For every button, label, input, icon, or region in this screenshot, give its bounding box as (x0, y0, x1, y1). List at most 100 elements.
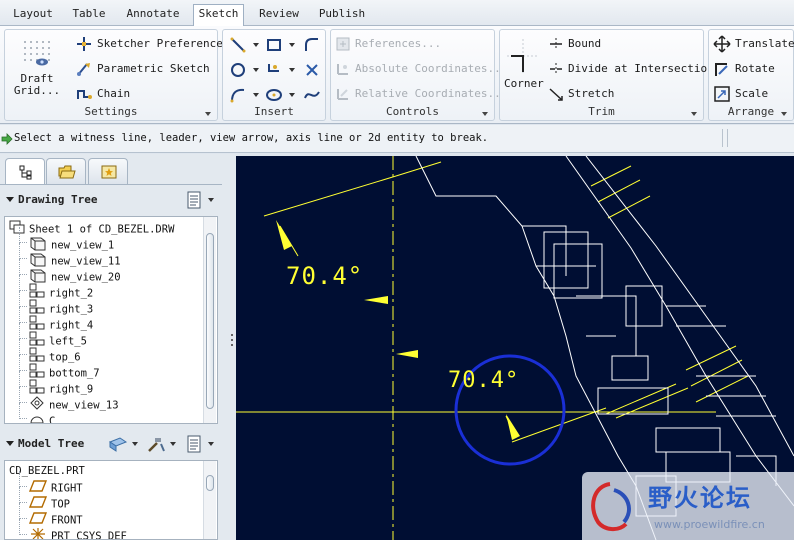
model-tree-show-button[interactable] (108, 434, 142, 454)
absolute-coordinates-button[interactable]: Absolute Coordinates... (335, 59, 507, 79)
settings-group: Draft Grid... Sketcher Preferences Param… (4, 29, 229, 121)
tree-item[interactable]: C (19, 403, 56, 424)
rotate-button[interactable]: Rotate (713, 59, 775, 79)
dimension-text-1[interactable]: 70.4° (286, 262, 363, 290)
ellipse-icon[interactable] (265, 86, 283, 104)
chain-button[interactable]: Chain (75, 84, 130, 104)
drawing-tree-settings-button[interactable] (186, 190, 218, 210)
tab-sketch[interactable]: Sketch (193, 4, 244, 27)
corner-button[interactable]: Corner (504, 36, 544, 96)
tree-settings-icon (187, 191, 201, 209)
dimension-text-2[interactable]: 70.4° (448, 368, 519, 393)
tree-item[interactable]: RIGHT (19, 471, 83, 495)
tree-item[interactable]: right_2 (19, 275, 93, 300)
settings-group-launcher-icon[interactable] (205, 112, 211, 116)
fillet-icon[interactable] (303, 36, 321, 54)
tree-guide-line (19, 275, 27, 291)
trim-group-launcher-icon[interactable] (691, 112, 697, 116)
scrollbar-thumb[interactable] (206, 475, 214, 491)
vertical-scrollbar[interactable] (203, 461, 216, 539)
scale-button[interactable]: Scale (713, 84, 768, 104)
tree-item[interactable]: bottom_7 (19, 355, 100, 380)
trim-group: Corner Bound Divide at Intersection Stre… (499, 29, 714, 121)
arc-dropdown-icon[interactable] (253, 93, 259, 97)
tab-publish[interactable]: Publish (314, 5, 370, 26)
tab-model-tree[interactable] (5, 158, 45, 184)
bound-button[interactable]: Bound (548, 34, 601, 54)
tree-guide-line (19, 387, 27, 403)
tree-guide-line (19, 487, 27, 503)
tree-item-label: Sheet 1 of CD_BEZEL.DRW (29, 223, 175, 236)
scale-label: Scale (735, 87, 769, 100)
panel-splitter[interactable] (228, 154, 236, 540)
tree-item[interactable]: left_5 (19, 323, 87, 348)
tree-item[interactable]: top_6 (19, 339, 81, 364)
insert-group: Insert (222, 29, 326, 121)
tree-guide-line (19, 519, 27, 535)
message-bar-grip[interactable] (722, 129, 728, 147)
tab-folder-browser[interactable] (46, 158, 86, 184)
tab-table[interactable]: Table (66, 5, 112, 26)
scrollbar-thumb[interactable] (206, 233, 214, 409)
feature-lines (522, 225, 777, 486)
tangent-dropdown-icon[interactable] (289, 68, 295, 72)
tree-item-label: right_3 (49, 303, 94, 316)
line-icon[interactable] (229, 36, 247, 54)
favorites-icon (101, 165, 117, 179)
tree-item[interactable]: right_4 (19, 307, 93, 332)
stretch-button[interactable]: Stretch (548, 84, 614, 104)
tree-guide-line (19, 503, 27, 519)
sketcher-preferences-button[interactable]: Sketcher Preferences (75, 34, 229, 54)
tree-item-label: C (49, 415, 56, 424)
arrange-group-launcher-icon[interactable] (781, 112, 787, 116)
tree-item[interactable]: new_view_20 (19, 259, 121, 284)
tree-item-label: right_9 (49, 383, 94, 396)
tree-item[interactable]: new_view_11 (19, 243, 121, 268)
tree-item-label: TOP (51, 498, 70, 511)
tree-item[interactable]: FRONT (19, 503, 83, 527)
absolute-coordinates-icon (337, 64, 348, 75)
parametric-sketch-button[interactable]: Parametric Sketch (75, 59, 210, 79)
controls-group-launcher-icon[interactable] (482, 112, 488, 116)
draft-grid-button[interactable]: Draft Grid... (11, 36, 63, 102)
tab-favorites[interactable] (88, 158, 128, 184)
divide-at-intersection-button[interactable]: Divide at Intersection (548, 59, 714, 79)
tree-item[interactable]: TOP (19, 487, 70, 511)
tree-guide-line (19, 259, 27, 275)
circle-icon[interactable] (229, 61, 247, 79)
circle-dropdown-icon[interactable] (253, 68, 259, 72)
ellipse-dropdown-icon[interactable] (289, 93, 295, 97)
rotate-label: Rotate (735, 62, 775, 75)
message-text: Select a witness line, leader, view arro… (14, 132, 489, 144)
model-tree-tools-button[interactable] (146, 434, 180, 454)
vertical-scrollbar[interactable] (203, 217, 216, 423)
watermark-logo-icon (591, 482, 631, 531)
drawing-canvas[interactable]: 70.4° 70.4° 野火论坛 www.proewildfire.cn (236, 156, 794, 540)
translate-label: Translate (735, 37, 794, 50)
tab-annotate[interactable]: Annotate (120, 5, 186, 26)
tree-item[interactable]: right_3 (19, 291, 94, 316)
intersection-point-icon[interactable] (303, 61, 321, 79)
tree-item[interactable]: new_view_13 (19, 387, 119, 412)
spline-icon[interactable] (303, 86, 321, 104)
tree-item[interactable]: Sheet 1 of CD_BEZEL.DRW (9, 219, 175, 236)
references-button[interactable]: References... (335, 34, 441, 54)
tree-item-label: FRONT (51, 514, 83, 527)
tab-layout[interactable]: Layout (6, 5, 60, 26)
rectangle-dropdown-icon[interactable] (289, 43, 295, 47)
relative-coordinates-button[interactable]: Relative Coordinates... (335, 84, 507, 104)
tab-review[interactable]: Review (252, 5, 306, 26)
tree-item[interactable]: PRT_CSYS_DEF (19, 519, 127, 539)
line-dropdown-icon[interactable] (253, 43, 259, 47)
tangent-icon[interactable] (265, 61, 283, 79)
tree-item-label: new_view_11 (51, 255, 121, 268)
translate-button[interactable]: Translate (713, 34, 794, 54)
splitter-grip (231, 334, 233, 358)
model-tree-settings-button[interactable] (186, 434, 218, 454)
rectangle-icon[interactable] (265, 36, 283, 54)
tree-item[interactable]: new_view_1 (19, 227, 114, 252)
dimension-arrow-2 (364, 296, 388, 304)
tree-item[interactable]: right_9 (19, 371, 94, 396)
arrange-group: Translate Rotate Scale Arrange (708, 29, 794, 121)
arc-icon[interactable] (229, 86, 247, 104)
